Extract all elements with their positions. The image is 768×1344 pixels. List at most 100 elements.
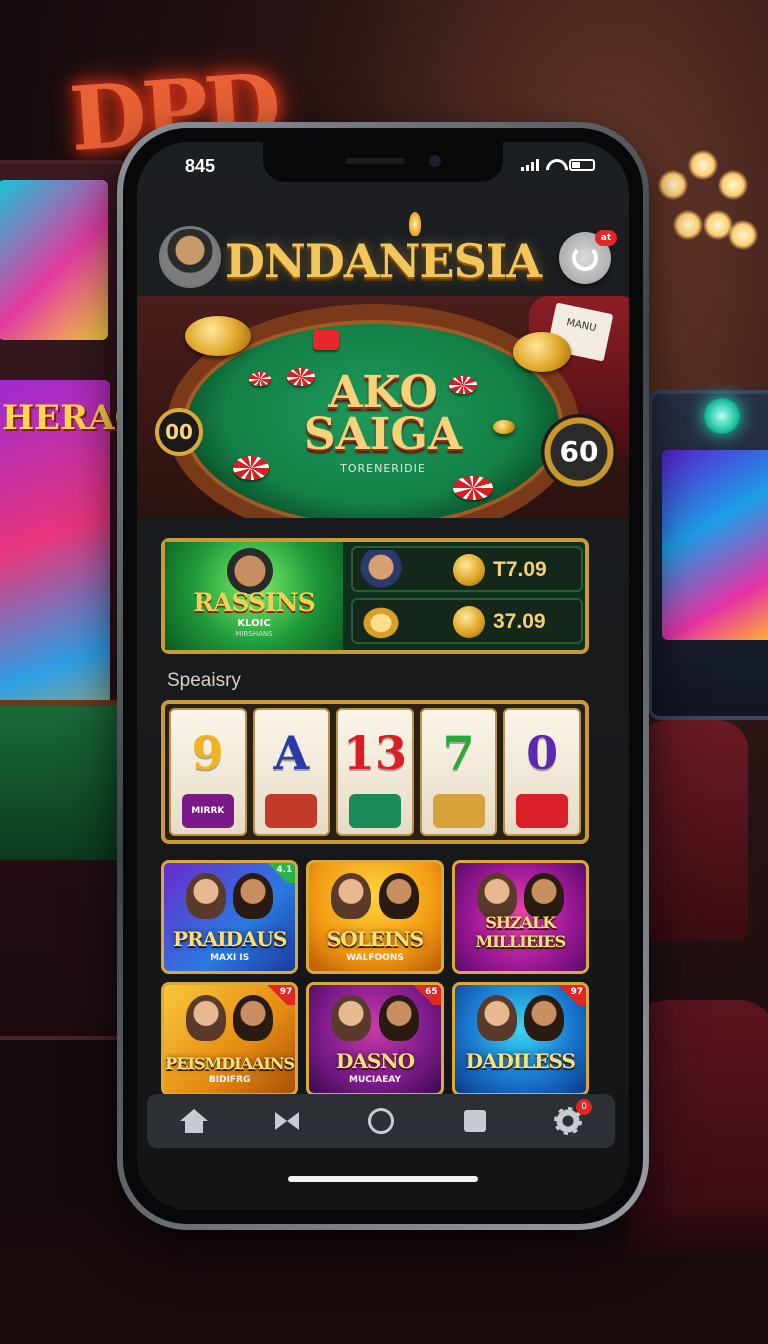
game-name: SOLEINS (326, 927, 424, 951)
promo-subtitle: KLOIC (237, 618, 271, 629)
slot-screen-right (662, 450, 768, 640)
poker-chip-icon (453, 476, 493, 500)
slot-reels[interactable]: 9 MIRRK A 13 7 0 (161, 700, 589, 844)
game-grid: 4.1 PRAIDAUS MAXI IS SOLEINS WALFOONS SHZALK … (161, 860, 589, 1096)
character-icon (476, 995, 517, 1041)
slot-reel[interactable]: 0 (503, 708, 581, 836)
hero-badge-left: 00 (155, 408, 203, 456)
slot-reel[interactable]: A (252, 708, 331, 836)
phone-frame: 845 DNDANESIA at MANU AKO SAIGA TORENERI… (117, 122, 649, 1230)
nav-wallet[interactable] (445, 1099, 505, 1143)
wifi-icon (545, 159, 563, 171)
promo-subtitle-small: MIRSHANS (235, 630, 273, 638)
promo-title: RASSINS (193, 588, 315, 617)
slot-machine-right (648, 390, 768, 720)
chandelier (648, 130, 758, 280)
reel-art-icon: MIRRK (181, 794, 234, 828)
promo-panel: RASSINS KLOIC MIRSHANS T7.09 37.09 (161, 538, 589, 654)
gold-coin-icon (453, 554, 485, 586)
slot-reel[interactable]: 9 MIRRK (169, 708, 247, 836)
casino-chair (638, 720, 748, 940)
character-icon (378, 873, 419, 919)
home-indicator[interactable] (288, 1176, 478, 1182)
game-tag-badge: 4.1 (265, 863, 296, 883)
game-name: DADILESS (465, 1049, 576, 1073)
character-icon (331, 995, 372, 1041)
section-label-specialty: Speaisry (167, 670, 241, 691)
game-subtitle: MUCIAEAY (349, 1075, 401, 1085)
game-subtitle: MAXI IS (210, 953, 250, 963)
battery-icon (569, 159, 595, 171)
home-icon (179, 1109, 208, 1133)
game-name: PEISMDIAAINS (165, 1054, 295, 1073)
nav-center[interactable] (351, 1099, 411, 1143)
character-icon (331, 873, 372, 919)
nav-settings[interactable]: 0 (538, 1099, 598, 1143)
slot-reel[interactable]: 13 (336, 708, 414, 836)
app-title: DNDANESIA (224, 234, 542, 288)
game-tag-badge: 97 (555, 985, 586, 1005)
reel-art-icon (516, 794, 569, 828)
character-icon (186, 873, 226, 919)
slot-screen-top (0, 180, 108, 340)
reel-art-icon (432, 794, 485, 828)
settings-badge: 0 (576, 1099, 593, 1115)
hero-badge-value: 60 (559, 435, 599, 468)
reel-art-icon (348, 794, 401, 828)
slot-lamp (704, 398, 740, 434)
circle-icon (367, 1108, 394, 1134)
slot-table (0, 700, 130, 860)
player-avatar-icon (357, 550, 405, 588)
slot-reel[interactable]: 7 (419, 708, 498, 836)
game-tile[interactable]: 97 DADILESS (451, 982, 589, 1096)
coin-stack-icon (513, 332, 571, 372)
nav-games[interactable] (257, 1099, 317, 1143)
game-tile[interactable]: 97 PEISMDIAAINS BIDIFRG (161, 982, 299, 1096)
signal-icon (521, 159, 539, 171)
game-subtitle: WALFOONS (346, 953, 404, 963)
promo-banner[interactable]: RASSINS KLOIC MIRSHANS (165, 542, 343, 650)
balance-value: T7.09 (493, 558, 547, 581)
reel-symbol: 13 (342, 726, 407, 780)
game-tile[interactable]: SOLEINS WALFOONS (306, 860, 444, 974)
nav-home[interactable] (164, 1099, 224, 1143)
reel-symbol: A (273, 726, 310, 780)
game-tag-badge: 65 (410, 985, 441, 1005)
game-name: DASNO (335, 1049, 415, 1073)
phone-bezel: 845 DNDANESIA at MANU AKO SAIGA TORENERI… (123, 128, 643, 1224)
game-tile[interactable]: 65 DASNO MUCIAEAY (306, 982, 444, 1096)
game-name: PRAIDAUS (173, 927, 287, 951)
game-tag-badge: 97 (265, 985, 296, 1005)
refresh-button[interactable]: at (559, 230, 617, 284)
character-icon (186, 995, 226, 1041)
balance-row-coins[interactable]: 37.09 (351, 598, 583, 644)
status-icons (521, 159, 595, 171)
flame-icon (409, 212, 421, 236)
coin-stack-icon (185, 316, 251, 356)
reel-symbol: 9 (191, 726, 224, 780)
hero-title-line1: AKO (328, 367, 438, 418)
game-subtitle: BIDIFRG (208, 1075, 251, 1085)
bowtie-icon (275, 1112, 300, 1130)
status-bar: 845 (137, 142, 629, 186)
reel-symbol: 7 (442, 726, 475, 780)
reel-symbol: 0 (526, 726, 559, 780)
square-icon (463, 1110, 486, 1132)
game-name: SHZALK MILLIEIES (475, 913, 567, 951)
refresh-badge: at (595, 230, 617, 246)
bottom-nav: 0 (147, 1094, 615, 1148)
balance-value: 37.09 (493, 610, 546, 633)
game-tile[interactable]: 4.1 PRAIDAUS MAXI IS (161, 860, 299, 974)
dice-icon (313, 330, 339, 350)
slot-machine-left: HERAG (0, 160, 144, 1040)
phone-screen: 845 DNDANESIA at MANU AKO SAIGA TORENERI… (137, 142, 629, 1210)
status-time: 845 (185, 156, 216, 176)
gold-coin-icon (357, 602, 405, 640)
gold-coin-icon (453, 606, 485, 638)
reel-art-icon (265, 794, 318, 828)
balance-row-player[interactable]: T7.09 (351, 546, 583, 592)
hero-badge-right: 60 (541, 414, 617, 490)
hero-banner[interactable]: MANU AKO SAIGA TORENERIDIE 00 60 (137, 296, 629, 518)
refresh-icon (572, 245, 598, 271)
game-tile[interactable]: SHZALK MILLIEIES (451, 860, 589, 974)
